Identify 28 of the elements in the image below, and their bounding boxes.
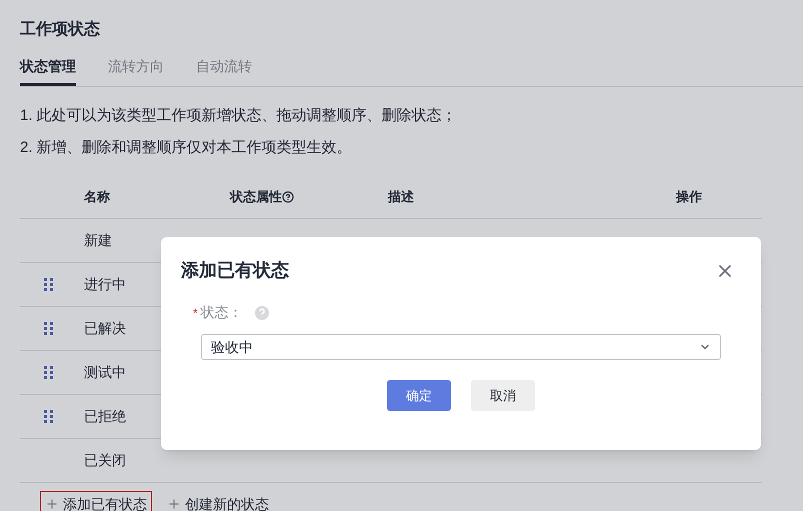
instruction-text: 2. 新增、删除和调整顺序仅对本工作项类型生效。 xyxy=(20,138,353,158)
drag-handle-icon[interactable] xyxy=(44,278,53,291)
help-icon[interactable] xyxy=(282,190,294,202)
table-cell: 已关闭 xyxy=(84,452,126,468)
column-header: 描述 xyxy=(388,188,414,204)
add-state-button[interactable]: 添加已有状态 xyxy=(40,491,152,511)
field-label: * 状态： xyxy=(193,303,243,322)
column-header: 操作 xyxy=(676,188,702,204)
tab[interactable]: 状态管理 xyxy=(20,56,76,86)
drag-handle-icon[interactable] xyxy=(44,322,53,335)
column-header: 状态属性 xyxy=(230,188,282,206)
dialog-title: 添加已有状态 xyxy=(181,259,289,282)
add-state-button[interactable]: 创建新的状态 xyxy=(162,491,274,511)
column-header: 名称 xyxy=(84,188,110,204)
status-select[interactable]: 验收中 xyxy=(201,334,721,360)
table-cell: 已解决 xyxy=(84,320,126,336)
plus-icon xyxy=(167,497,181,511)
table-cell: 新建 xyxy=(84,232,112,248)
cancel-button[interactable]: 取消 xyxy=(471,380,535,411)
plus-icon xyxy=(45,497,59,511)
table-cell: 进行中 xyxy=(84,276,126,292)
table-cell: 测试中 xyxy=(84,364,126,380)
confirm-button[interactable]: 确定 xyxy=(387,380,451,411)
table-cell: 已拒绝 xyxy=(84,408,126,424)
instruction-text: 1. 此处可以为该类型工作项新增状态、拖动调整顺序、删除状态； xyxy=(20,106,458,126)
page-title: 工作项状态 xyxy=(20,19,101,40)
drag-handle-icon[interactable] xyxy=(44,366,53,379)
drag-handle-icon[interactable] xyxy=(44,410,53,423)
